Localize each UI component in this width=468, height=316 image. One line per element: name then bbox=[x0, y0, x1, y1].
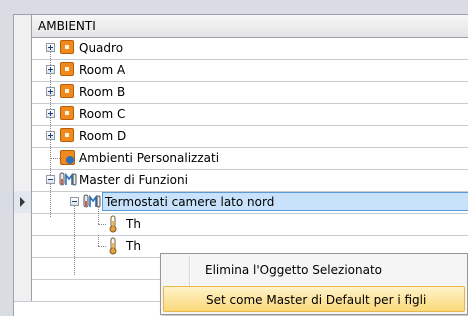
collapse-icon[interactable] bbox=[70, 197, 79, 206]
thermometer-icon bbox=[109, 237, 117, 255]
expand-icon[interactable] bbox=[46, 131, 55, 140]
row-selector[interactable] bbox=[14, 279, 32, 301]
row-selector[interactable] bbox=[14, 213, 32, 235]
tree-node-label: Th bbox=[126, 217, 141, 231]
thermometer-icon bbox=[109, 215, 117, 233]
tree-node-label: Master di Funzioni bbox=[79, 173, 188, 187]
expand-icon[interactable] bbox=[46, 87, 55, 96]
menu-item-label: Elimina l'Oggetto Selezionato bbox=[205, 263, 383, 277]
room-icon bbox=[60, 40, 74, 54]
tree-row[interactable]: Master di Funzioni bbox=[14, 169, 468, 192]
room-icon bbox=[60, 62, 74, 76]
room-icon bbox=[60, 128, 74, 142]
tree-node-label: Ambienti Personalizzati bbox=[79, 151, 220, 165]
expand-icon[interactable] bbox=[46, 109, 55, 118]
tree-node-label: Room A bbox=[79, 63, 126, 77]
tree-node-label: Quadro bbox=[79, 41, 124, 55]
tree-node-label: Termostati camere lato nord bbox=[105, 195, 275, 209]
current-row-indicator-icon bbox=[20, 197, 25, 207]
expand-icon[interactable] bbox=[46, 65, 55, 74]
custom-ambienti-icon bbox=[60, 150, 75, 165]
row-selector[interactable] bbox=[14, 59, 32, 81]
room-icon bbox=[60, 106, 74, 120]
tree-row[interactable]: Room A bbox=[14, 59, 468, 82]
row-selector[interactable] bbox=[14, 125, 32, 147]
tree-connector bbox=[98, 235, 99, 246]
header-row-selector[interactable] bbox=[14, 15, 32, 37]
row-selector[interactable] bbox=[14, 191, 32, 213]
tree-row[interactable]: Room D bbox=[14, 125, 468, 148]
tree-connector bbox=[50, 158, 60, 159]
row-selector[interactable] bbox=[14, 235, 32, 257]
tree-row[interactable]: Ambienti Personalizzati bbox=[14, 147, 468, 170]
row-selector[interactable] bbox=[14, 37, 32, 59]
grid-header-row: AMBIENTI bbox=[14, 15, 468, 38]
tree-row[interactable]: Th bbox=[14, 207, 468, 236]
column-header-label: AMBIENTI bbox=[38, 19, 96, 33]
tree-connector bbox=[98, 224, 106, 225]
tree-row[interactable]: Quadro bbox=[14, 37, 468, 60]
row-selector[interactable] bbox=[14, 147, 32, 169]
menu-item-set-default-master[interactable]: Set come Master di Default per i figli bbox=[163, 286, 465, 312]
tree-connector bbox=[98, 207, 99, 224]
tree-node-label: Th bbox=[126, 239, 141, 253]
tree-row-selected[interactable]: Termostati camere lato nord bbox=[14, 191, 468, 275]
expand-icon[interactable] bbox=[46, 43, 55, 52]
room-icon bbox=[60, 84, 74, 98]
row-selector[interactable] bbox=[14, 81, 32, 103]
collapse-icon[interactable] bbox=[46, 175, 55, 184]
tree-connector bbox=[98, 246, 106, 247]
row-selector[interactable] bbox=[14, 257, 32, 279]
row-selector[interactable] bbox=[14, 103, 32, 125]
menu-item-delete-selected[interactable]: Elimina l'Oggetto Selezionato bbox=[163, 257, 465, 283]
tree-row[interactable]: Room C bbox=[14, 103, 468, 126]
master-functions-icon bbox=[59, 172, 77, 186]
context-menu: Elimina l'Oggetto Selezionato Set come M… bbox=[160, 253, 468, 315]
tree-node-label: Room C bbox=[79, 107, 126, 121]
row-selector[interactable] bbox=[14, 169, 32, 191]
tree-node-label: Room D bbox=[79, 129, 127, 143]
menu-item-label: Set come Master di Default per i figli bbox=[206, 293, 427, 307]
column-header-ambienti[interactable]: AMBIENTI bbox=[32, 15, 468, 38]
tree-row[interactable]: Room B bbox=[14, 81, 468, 104]
tree-node-label: Room B bbox=[79, 85, 126, 99]
